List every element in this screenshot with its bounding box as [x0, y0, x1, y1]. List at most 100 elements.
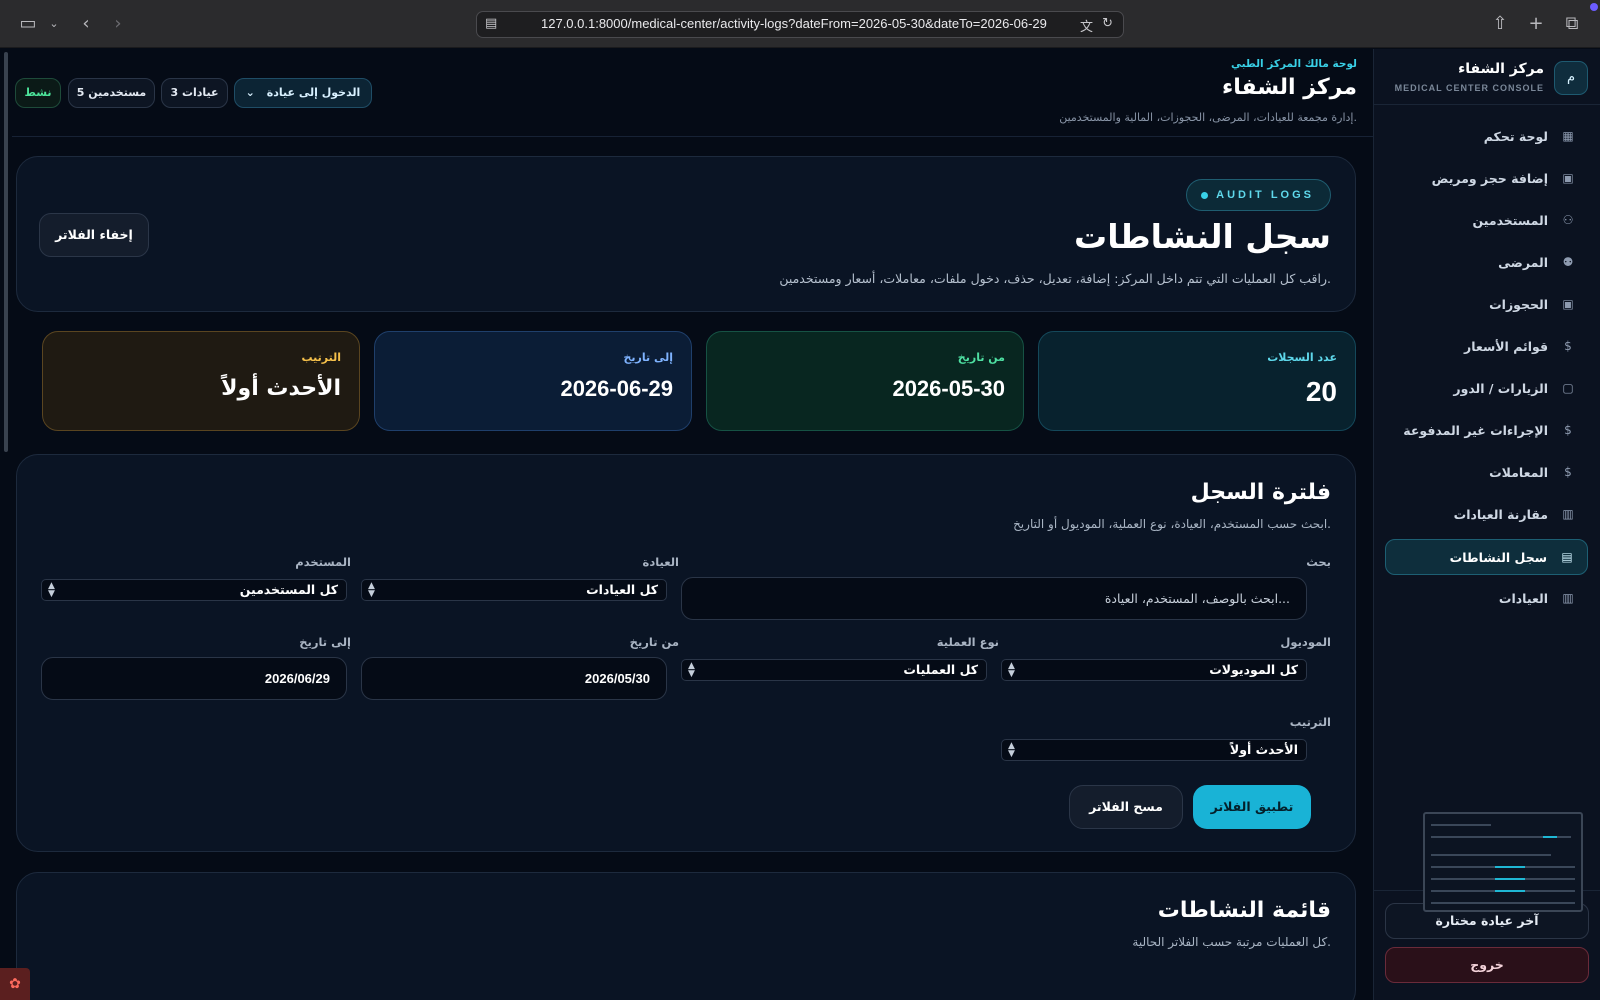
action-type-select[interactable]: كل العمليات ▲ ▼	[681, 659, 987, 681]
url-text[interactable]: 127.0.0.1:8000/medical-center/activity-l…	[541, 16, 1047, 31]
order-select[interactable]: الأحدث أولاً ▲ ▼	[1001, 739, 1307, 761]
sidebar-item-bookings[interactable]: ▣ الحجوزات	[1385, 287, 1588, 323]
sidebar-item-clinics[interactable]: ▥ العيادات	[1385, 581, 1588, 617]
action-type-select-value: كل العمليات	[903, 662, 978, 677]
hide-filters-button[interactable]: إخفاء الفلاتر	[39, 213, 149, 257]
browser-toolbar: ▭ ⌄ ‹ › ▤ 127.0.0.1:8000/medical-center/…	[0, 0, 1600, 48]
dashboard-icon: ▦	[1562, 129, 1574, 143]
activity-list-subtitle: كل العمليات مرتبة حسب الفلاتر الحالية.	[1132, 935, 1331, 949]
sidebar-item-label: لوحة تحكم	[1483, 129, 1548, 144]
sidebar-item-unpaid-procedures[interactable]: $ الإجراءات غير المدفوعة	[1385, 413, 1588, 449]
records-count-label: عدد السجلات	[1267, 351, 1337, 364]
sidebar-item-visits-queue[interactable]: ▢ الزيارات / الدور	[1385, 371, 1588, 407]
updown-icon: ▲ ▼	[1008, 661, 1015, 679]
page-menu-icon[interactable]: ▤	[485, 16, 497, 31]
sidebar-item-label: العيادات	[1498, 591, 1548, 606]
sidebar-item-users[interactable]: ⚇ المستخدمين	[1385, 203, 1588, 239]
share-icon[interactable]: ⇧	[1488, 12, 1512, 36]
sidebar-item-clinic-comparison[interactable]: ▥ مقارنة العيادات	[1385, 497, 1588, 533]
sidebar-item-label: الإجراءات غير المدفوعة	[1403, 423, 1548, 438]
records-count-card: عدد السجلات 20	[1038, 331, 1356, 431]
date-from-input[interactable]: 2026/05/30	[361, 657, 667, 700]
enter-clinic-button[interactable]: ⌄ الدخول إلى عيادة	[234, 78, 372, 108]
activity-list-title: قائمة النشاطات	[1157, 898, 1331, 923]
clinics-count-badge: عيادات 3	[161, 78, 228, 108]
status-badge: نشط	[15, 78, 61, 108]
brand-logo: م	[1554, 61, 1588, 95]
date-from-value: 2026-05-30	[892, 376, 1005, 401]
building-icon: ▥	[1562, 591, 1574, 605]
laravel-icon[interactable]: ✿	[0, 968, 30, 1000]
chart-icon: ▥	[1562, 507, 1574, 521]
action-type-label: نوع العملية	[936, 635, 999, 649]
sidebar-item-dashboard[interactable]: ▦ لوحة تحكم	[1385, 119, 1588, 155]
apply-filters-button[interactable]: تطبيق الفلاتر	[1193, 785, 1311, 829]
new-tab-icon[interactable]: +	[1524, 12, 1548, 36]
forward-icon[interactable]: ›	[106, 12, 130, 36]
enter-clinic-label: الدخول إلى عيادة	[266, 86, 361, 99]
page-description: راقب كل العمليات التي تتم داخل المركز: إ…	[779, 271, 1331, 286]
clinic-select-value: كل العيادات	[586, 582, 658, 597]
search-label: بحث	[1306, 555, 1331, 569]
reload-icon[interactable]: ↻	[1102, 16, 1113, 31]
sidebar-item-add-booking[interactable]: ▣ إضافة حجز ومريض	[1385, 161, 1588, 197]
badge-label: AUDIT LOGS	[1216, 189, 1314, 201]
chevron-down-icon[interactable]: ⌄	[42, 12, 66, 36]
back-icon[interactable]: ‹	[74, 12, 98, 36]
sidebar-item-label: إضافة حجز ومريض	[1431, 171, 1548, 186]
dollar-icon: $	[1564, 339, 1572, 353]
clinic-select[interactable]: كل العيادات ▲ ▼	[361, 579, 667, 601]
chevron-down-icon: ⌄	[245, 86, 255, 99]
sidebar-item-transactions[interactable]: $ المعاملات	[1385, 455, 1588, 491]
brand-name: مركز الشفاء	[1458, 61, 1544, 77]
date-from-field-label: من تاريخ	[629, 635, 679, 649]
sidebar-item-label: قوائم الأسعار	[1464, 339, 1548, 354]
sidebar-item-label: المعاملات	[1489, 465, 1548, 480]
date-from-card: من تاريخ 2026-05-30	[706, 331, 1024, 431]
date-to-card: إلى تاريخ 2026-06-29	[374, 331, 692, 431]
module-select[interactable]: كل الموديولات ▲ ▼	[1001, 659, 1307, 681]
sidebar-item-label: المرضى	[1498, 255, 1548, 270]
screenshot-thumbnail[interactable]	[1423, 812, 1583, 912]
search-input[interactable]: ابحث بالوصف، المستخدم، العيادة...	[681, 577, 1307, 620]
date-to-input[interactable]: 2026/06/29	[41, 657, 347, 700]
filters-title: فلترة السجل	[1190, 480, 1331, 505]
page-title: سجل النشاطات	[1074, 217, 1331, 256]
order-label: الترتيب	[301, 351, 342, 364]
search-placeholder: ابحث بالوصف، المستخدم، العيادة...	[1104, 591, 1290, 606]
notification-dot	[1590, 3, 1598, 11]
date-to-label: إلى تاريخ	[623, 351, 673, 364]
scrollbar[interactable]	[4, 52, 8, 452]
clear-filters-button[interactable]: مسح الفلاتر	[1069, 785, 1183, 829]
sidebar-item-label: الحجوزات	[1489, 297, 1548, 312]
sidebar-toggle-icon[interactable]: ▭	[16, 12, 40, 36]
patients-icon: ⚉	[1562, 255, 1574, 269]
module-select-value: كل الموديولات	[1209, 662, 1298, 677]
sidebar-item-activity-logs[interactable]: ▤ سجل النشاطات	[1385, 539, 1588, 575]
address-bar[interactable]: ▤ 127.0.0.1:8000/medical-center/activity…	[476, 11, 1124, 38]
sidebar-item-price-lists[interactable]: $ قوائم الأسعار	[1385, 329, 1588, 365]
filters-subtitle: ابحث حسب المستخدم، العيادة، نوع العملية،…	[1013, 517, 1331, 531]
tabs-overview-icon[interactable]: ⧉	[1560, 12, 1584, 36]
date-from-label: من تاريخ	[957, 351, 1005, 364]
brand: م مركز الشفاء MEDICAL CENTER CONSOLE	[1373, 49, 1600, 105]
user-select-value: كل المستخدمين	[239, 582, 338, 597]
sidebar-nav: ▦ لوحة تحكم ▣ إضافة حجز ومريض ⚇ المستخدم…	[1385, 119, 1588, 623]
translate-icon[interactable]: 文	[1080, 16, 1093, 35]
logout-button[interactable]: خروج	[1385, 947, 1589, 983]
user-select[interactable]: كل المستخدمين ▲ ▼	[41, 579, 347, 601]
updown-icon: ▲ ▼	[1008, 741, 1015, 759]
module-label: الموديول	[1280, 635, 1331, 649]
sidebar-item-patients[interactable]: ⚉ المرضى	[1385, 245, 1588, 281]
calendar-icon: ▣	[1562, 171, 1574, 185]
header-subtitle: إدارة مجمعة للعيادات، المرضى، الحجوزات، …	[1059, 111, 1357, 124]
clinic-label: العيادة	[642, 555, 679, 569]
order-select-value: الأحدث أولاً	[1229, 742, 1298, 757]
order-field-label: الترتيب	[1289, 715, 1331, 729]
date-from-input-value: 2026/05/30	[584, 671, 650, 686]
filters-card: فلترة السجل ابحث حسب المستخدم، العيادة، …	[16, 454, 1356, 852]
user-label: المستخدم	[295, 555, 351, 569]
main-content: لوحة مالك المركز الطبي مركز الشفاء إدارة…	[12, 49, 1373, 1000]
header-title: مركز الشفاء	[1222, 75, 1357, 100]
date-to-value: 2026-06-29	[560, 376, 673, 401]
